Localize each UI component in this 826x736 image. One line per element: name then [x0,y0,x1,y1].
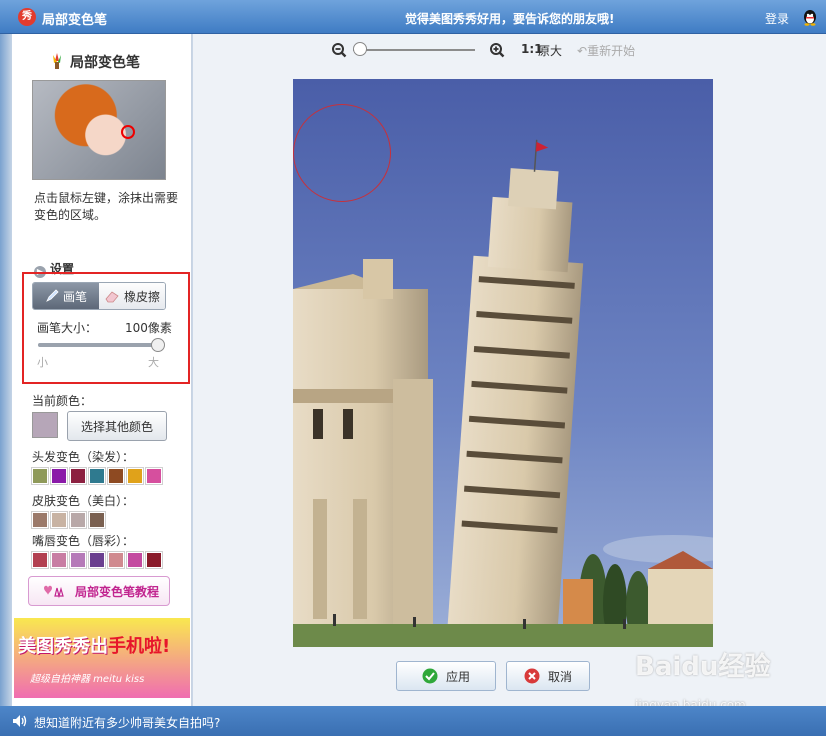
brush-size-slider[interactable] [38,338,165,352]
color-swatch[interactable] [126,551,144,569]
check-icon [422,668,438,684]
meitu-kiss-ad-banner[interactable]: 美图秀秀出手机啦! 超级自拍神器 meitu kiss [14,618,190,698]
eraser-icon [105,291,119,303]
window-title: 局部变色笔 [42,13,108,28]
slider-max-label: 大 [148,356,159,369]
color-swatch[interactable] [107,467,125,485]
bottom-status-bar: 想知道附近有多少帅哥美女自拍吗? [0,706,826,736]
background-window-strip [0,34,12,706]
skin-color-label: 皮肤变色（美白）： [32,494,135,508]
example-photo [33,81,165,179]
example-brush-circle [121,125,135,139]
color-swatch[interactable] [31,511,49,529]
cancel-label: 取消 [547,669,572,684]
color-swatch[interactable] [107,551,125,569]
ad-headline-left: 美图秀秀出 [18,636,108,657]
qq-penguin-icon[interactable] [802,9,818,26]
color-swatch[interactable] [145,551,163,569]
tutorial-button[interactable]: 局部变色笔教程 [28,576,170,606]
close-icon [524,668,540,684]
hair-color-label: 头发变色（染发）： [32,450,135,464]
current-color-swatch [32,412,58,438]
login-link[interactable]: 登录 [765,10,789,27]
title-bar: 秀 局部变色笔 觉得美图秀秀好用，要告诉您的朋友哦! 登录 [0,0,826,34]
tool-toggle-group: 画笔 橡皮擦 [32,282,166,310]
ad-subline: 超级自拍神器 meitu kiss [30,674,145,685]
color-swatch[interactable] [69,511,87,529]
brush-size-value: 100像素 [125,321,172,335]
ad-headline: 美图秀秀出手机啦! [18,632,170,658]
color-swatch[interactable] [50,551,68,569]
color-swatch[interactable] [31,467,49,485]
zoom-out-icon[interactable] [331,42,347,58]
tutorial-label: 局部变色笔教程 [74,584,159,599]
lip-color-swatches [31,551,163,569]
zoom-slider-knob[interactable] [353,42,367,56]
brush-size-label: 画笔大小： [37,321,98,335]
brush-size-fill [38,343,158,347]
instruction-text: 点击鼠标左键，涂抹出需要变色的区域。 [34,191,179,222]
apply-label: 应用 [445,669,470,684]
editing-workspace: 1:1 原大 ↶重新开始 应用 取消 Baidu经验 jingyan.baidu… [193,34,826,712]
pen-icon [46,289,59,302]
share-promo-link[interactable]: 觉得美图秀秀好用，要告诉您的朋友哦! [405,10,614,27]
example-preview-image [32,80,166,180]
restart-button[interactable]: ↶重新开始 [577,42,635,59]
actual-size-label[interactable]: 原大 [538,42,562,59]
heart-hand-icon [43,585,64,599]
brush-tool-button[interactable]: 画笔 [33,283,99,309]
lip-color-label: 嘴唇变色（唇彩）： [32,534,135,548]
color-swatch[interactable] [126,467,144,485]
color-swatch[interactable] [50,467,68,485]
color-brush-icon [53,53,61,69]
color-swatch[interactable] [88,511,106,529]
color-swatch[interactable] [88,467,106,485]
restart-label: 重新开始 [587,44,636,58]
color-swatch[interactable] [69,467,87,485]
color-swatch[interactable] [31,551,49,569]
zoom-slider-track[interactable] [353,49,475,51]
slider-min-label: 小 [37,356,48,369]
brush-cursor-circle [293,104,391,202]
baidu-watermark: Baidu经验 [635,652,771,682]
undo-arrow-icon: ↶ [577,44,588,58]
eraser-tool-button[interactable]: 橡皮擦 [99,283,165,309]
color-swatch[interactable] [88,551,106,569]
ad-headline-right: 手机啦! [108,636,171,657]
apply-button[interactable]: 应用 [396,661,496,691]
color-swatch[interactable] [69,551,87,569]
hair-color-swatches [31,467,163,485]
tool-heading-label: 局部变色笔 [70,55,140,71]
zoom-in-icon[interactable] [489,42,505,58]
app-logo-icon: 秀 [18,8,36,26]
color-swatch[interactable] [50,511,68,529]
tool-heading: 局部变色笔 [48,52,140,72]
eraser-tool-label: 橡皮擦 [123,289,160,304]
skin-color-swatches [31,511,106,529]
speaker-icon [13,715,27,727]
current-color-label: 当前颜色： [32,394,93,408]
left-tool-panel: 局部变色笔 点击鼠标左键，涂抹出需要变色的区域。 ▶ 设置 画笔 橡皮擦 画笔大小… [12,34,192,706]
choose-other-color-button[interactable]: 选择其他颜色 [67,411,167,441]
status-promo-link[interactable]: 想知道附近有多少帅哥美女自拍吗? [34,714,220,731]
cancel-button[interactable]: 取消 [506,661,590,691]
brush-size-slider-knob[interactable] [151,338,165,352]
color-swatch[interactable] [145,467,163,485]
brush-tool-label: 画笔 [62,289,87,304]
